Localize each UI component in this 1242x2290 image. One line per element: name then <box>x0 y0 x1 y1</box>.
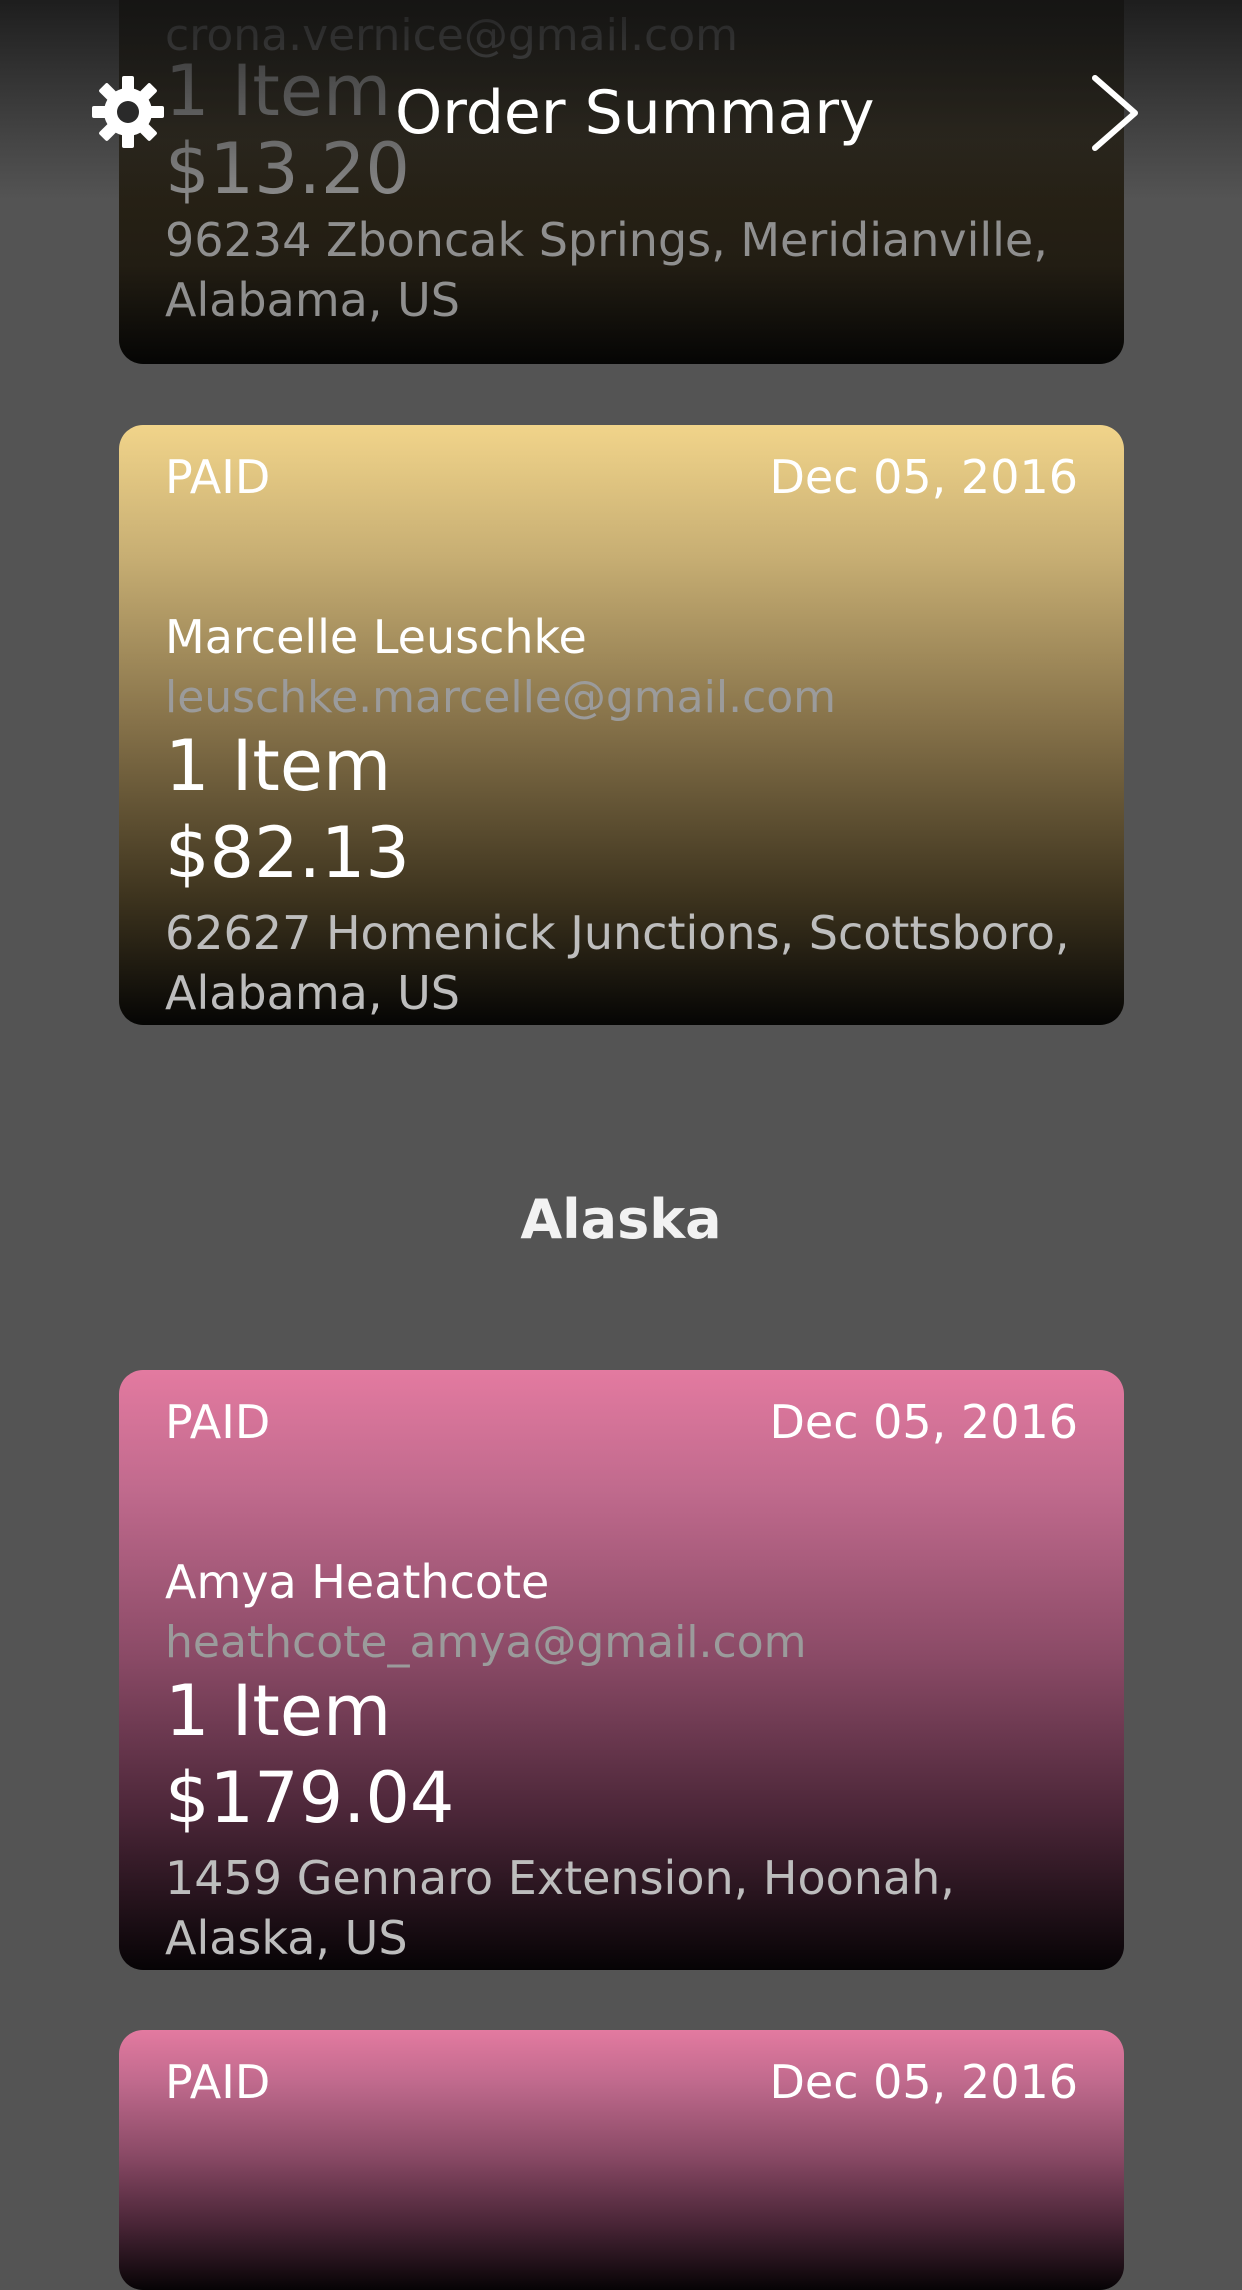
shipping-address: 96234 Zboncak Springs, Meridianville, Al… <box>165 213 1048 327</box>
status-badge: PAID <box>165 1395 271 1449</box>
order-date: Dec 05, 2016 <box>769 1395 1078 1449</box>
order-total: $179.04 <box>165 1757 455 1839</box>
order-total: $13.20 <box>165 128 410 210</box>
gear-icon[interactable] <box>88 72 168 152</box>
order-card[interactable]: PAID Dec 05, 2016 <box>119 2030 1124 2290</box>
order-date: Dec 05, 2016 <box>769 450 1078 504</box>
customer-email: heathcote_amya@gmail.com <box>165 1617 807 1668</box>
shipping-address: 1459 Gennaro Extension, Hoonah, Alaska, … <box>165 1851 955 1965</box>
customer-name: Marcelle Leuschke <box>165 610 587 664</box>
order-card-top[interactable]: crona.vernice@gmail.com 1 Item $13.20 96… <box>119 0 1124 364</box>
section-title: Alaska <box>520 1188 722 1251</box>
order-card[interactable]: PAID Dec 05, 2016 Amya Heathcote heathco… <box>119 1370 1124 1970</box>
status-badge: PAID <box>165 2055 271 2109</box>
card-header-row: PAID Dec 05, 2016 <box>165 2056 1078 2109</box>
order-date: Dec 05, 2016 <box>769 2055 1078 2109</box>
chevron-right-icon[interactable] <box>1085 68 1145 158</box>
order-card[interactable]: PAID Dec 05, 2016 Marcelle Leuschke leus… <box>119 425 1124 1025</box>
shipping-address: 62627 Homenick Junctions, Scottsboro, Al… <box>165 906 1070 1020</box>
order-total: $82.13 <box>165 812 410 894</box>
item-count: 1 Item <box>165 50 392 132</box>
item-count: 1 Item <box>165 1670 392 1752</box>
card-header-row: PAID Dec 05, 2016 <box>165 451 1078 504</box>
customer-email: leuschke.marcelle@gmail.com <box>165 672 837 723</box>
page-title: Order Summary <box>395 78 875 148</box>
status-badge: PAID <box>165 450 271 504</box>
card-header-row: PAID Dec 05, 2016 <box>165 1396 1078 1449</box>
customer-name: Amya Heathcote <box>165 1555 550 1609</box>
item-count: 1 Item <box>165 725 392 807</box>
